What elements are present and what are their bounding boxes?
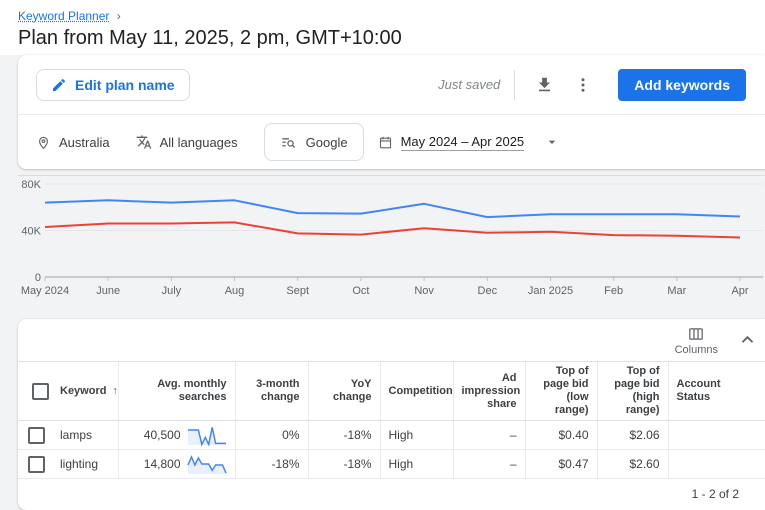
date-range-filter[interactable]: May 2024 – Apr 2025: [378, 134, 561, 151]
cell-three-month-change: -18%: [235, 450, 308, 479]
calendar-icon: [378, 135, 393, 150]
svg-text:Mar: Mar: [667, 285, 686, 297]
column-header-yoy-change[interactable]: YoY change: [308, 362, 380, 421]
sparkline: [187, 424, 227, 446]
breadcrumb-separator: ›: [117, 9, 121, 23]
search-network-icon: [280, 134, 297, 151]
language-filter[interactable]: All languages: [136, 134, 238, 150]
page-header: Keyword Planner › Plan from May 11, 2025…: [0, 0, 765, 55]
search-volume-line-chart: May 2024 June July Aug Sept Oct Nov Dec Jan 2025…: [18, 180, 765, 300]
add-keywords-button[interactable]: Add keywords: [618, 69, 746, 101]
svg-text:June: June: [96, 285, 120, 297]
plan-toolbar-card: Edit plan name Just saved: [18, 55, 765, 169]
svg-text:Jan 2025: Jan 2025: [528, 285, 573, 297]
cell-top-bid-high: $2.06: [597, 421, 668, 450]
row-checkbox-cell: [18, 450, 52, 479]
svg-text:May 2024: May 2024: [21, 285, 69, 297]
edit-pencil-icon: [51, 77, 67, 93]
cell-avg-monthly-searches: 14,800: [118, 450, 235, 479]
save-status-text: Just saved: [438, 77, 500, 92]
edit-plan-name-button[interactable]: Edit plan name: [36, 69, 190, 101]
date-range-value: May 2024 – Apr 2025: [401, 134, 525, 151]
page-title: Plan from May 11, 2025, 2 pm, GMT+10:00: [18, 26, 765, 50]
svg-text:July: July: [162, 285, 182, 297]
toolbar-right-group: Just saved Add keywords: [438, 69, 746, 101]
kebab-menu-icon: [574, 82, 592, 97]
svg-text:Nov: Nov: [414, 285, 434, 297]
plan-toolbar: Edit plan name Just saved: [18, 55, 765, 115]
columns-button[interactable]: Columns: [669, 324, 724, 358]
filter-bar: Australia All languages Google: [18, 115, 765, 169]
cell-top-bid-low: $0.47: [525, 450, 597, 479]
columns-button-label: Columns: [675, 344, 718, 356]
download-button[interactable]: [531, 71, 558, 98]
sparkline: [187, 453, 227, 475]
location-filter[interactable]: Australia: [36, 135, 110, 150]
location-pin-icon: [36, 135, 51, 150]
breadcrumb-link-keyword-planner[interactable]: Keyword Planner: [18, 9, 109, 23]
column-header-avg-monthly-searches[interactable]: Avg. monthly searches: [118, 362, 235, 421]
edit-plan-name-label: Edit plan name: [75, 77, 175, 93]
page-content: Edit plan name Just saved: [0, 55, 765, 510]
location-filter-label: Australia: [59, 135, 110, 150]
keywords-table: Keyword↑Avg. monthly searches3-month cha…: [18, 361, 765, 479]
table-header-row: Keyword↑Avg. monthly searches3-month cha…: [18, 362, 765, 421]
select-all-cell: [18, 362, 52, 421]
collapse-table-button[interactable]: [738, 332, 757, 347]
keyword-planner-page: Keyword Planner › Plan from May 11, 2025…: [0, 0, 765, 510]
cell-competition: High: [380, 450, 453, 479]
cell-yoy-change: -18%: [308, 450, 380, 479]
columns-icon: [687, 326, 705, 342]
svg-text:Feb: Feb: [604, 285, 623, 297]
network-filter[interactable]: Google: [264, 123, 364, 161]
search-volume-chart-section: May 2024 June July Aug Sept Oct Nov Dec Jan 2025…: [18, 175, 765, 300]
network-filter-label: Google: [306, 135, 348, 150]
column-header-top-of-page-bid-high-range-[interactable]: Top of page bid (high range): [597, 362, 668, 421]
svg-text:Dec: Dec: [478, 285, 498, 297]
svg-text:Aug: Aug: [225, 285, 245, 297]
language-filter-label: All languages: [160, 135, 238, 150]
svg-text:Sept: Sept: [286, 285, 309, 297]
svg-text:Oct: Oct: [352, 285, 369, 297]
row-checkbox-cell: [18, 421, 52, 450]
column-header-competition[interactable]: Competition: [380, 362, 453, 421]
cell-three-month-change: 0%: [235, 421, 308, 450]
select-all-checkbox[interactable]: [32, 383, 49, 400]
column-header-top-of-page-bid-low-range-[interactable]: Top of page bid (low range): [525, 362, 597, 421]
cell-yoy-change: -18%: [308, 421, 380, 450]
row-checkbox[interactable]: [28, 427, 45, 444]
cell-competition: High: [380, 421, 453, 450]
column-header-account-status[interactable]: Account Status: [668, 362, 765, 421]
translate-icon: [136, 134, 152, 150]
svg-text:80K: 80K: [21, 180, 41, 191]
column-header-keyword[interactable]: Keyword↑: [52, 362, 118, 421]
svg-text:40K: 40K: [21, 226, 41, 238]
more-options-button[interactable]: [570, 72, 596, 98]
cell-avg-monthly-searches: 40,500: [118, 421, 235, 450]
cell-top-bid-high: $2.60: [597, 450, 668, 479]
breadcrumb: Keyword Planner ›: [18, 9, 765, 23]
table-row[interactable]: lamps40,5000%-18%High–$0.40$2.06: [18, 421, 765, 450]
svg-text:Apr: Apr: [731, 285, 748, 297]
column-header-3-month-change[interactable]: 3-month change: [235, 362, 308, 421]
chevron-up-icon: [740, 333, 755, 348]
table-row[interactable]: lighting14,800-18%-18%High–$0.47$2.60: [18, 450, 765, 479]
cell-account-status: [668, 421, 765, 450]
sort-asc-icon: ↑: [112, 385, 118, 397]
svg-text:0: 0: [35, 272, 41, 284]
caret-down-icon: [544, 134, 560, 150]
cell-ad-impression-share: –: [453, 421, 525, 450]
column-header-ad-impression-share[interactable]: Ad impression share: [453, 362, 525, 421]
cell-ad-impression-share: –: [453, 450, 525, 479]
table-toolbar: Columns: [18, 319, 765, 361]
cell-account-status: [668, 450, 765, 479]
keywords-table-card: Columns Keyword↑Avg. monthly searches3-m…: [18, 319, 765, 510]
cell-keyword: lighting: [52, 450, 118, 479]
cell-top-bid-low: $0.40: [525, 421, 597, 450]
cell-keyword: lamps: [52, 421, 118, 450]
toolbar-divider: [514, 70, 515, 100]
download-icon: [535, 82, 554, 97]
row-checkbox[interactable]: [28, 456, 45, 473]
